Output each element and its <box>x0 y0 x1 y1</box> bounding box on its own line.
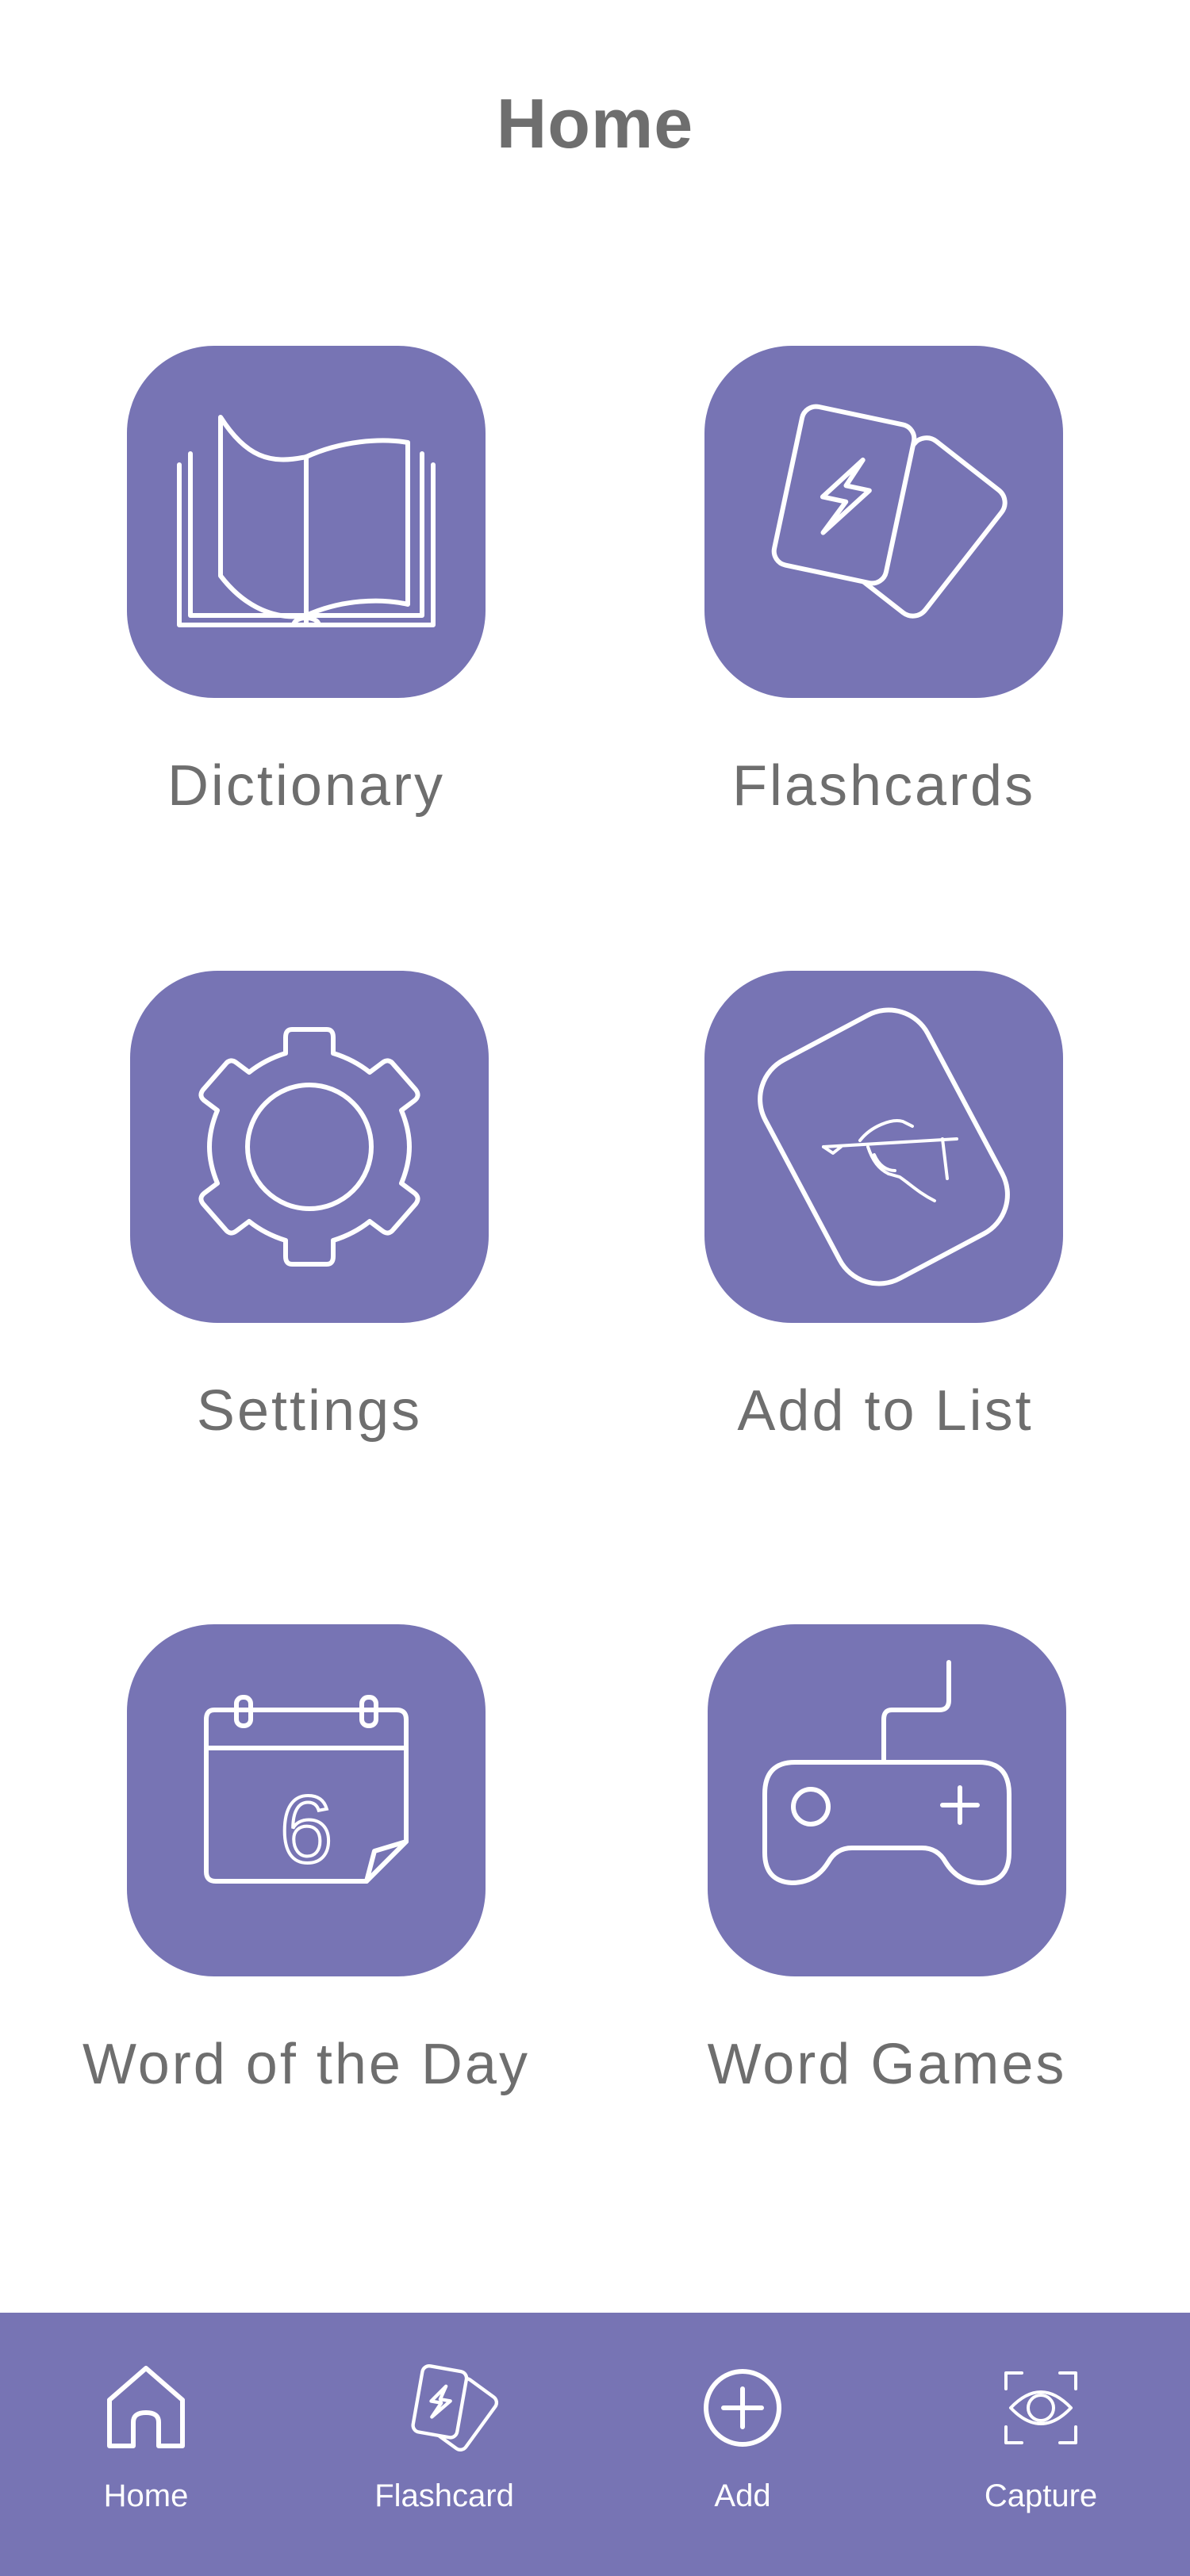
calendar-day-number: 6 <box>280 1777 333 1883</box>
nav-item-add[interactable]: Add <box>624 2313 862 2576</box>
flashcards-label[interactable]: Flashcards <box>606 750 1161 822</box>
dictionary-label[interactable]: Dictionary <box>29 750 584 822</box>
flashcards-tile[interactable] <box>704 346 1063 698</box>
nav-item-capture[interactable]: Capture <box>922 2313 1160 2576</box>
card-writing-icon <box>758 1007 1010 1286</box>
nav-label-capture: Capture <box>984 2478 1098 2513</box>
word-games-label[interactable]: Word Games <box>609 2029 1165 2100</box>
word-games-tile[interactable] <box>708 1624 1066 1976</box>
nav-label-home: Home <box>103 2478 189 2513</box>
house-icon <box>107 2366 185 2448</box>
calendar-icon: 6 <box>204 1695 409 1884</box>
nav-label-flashcard: Flashcard <box>374 2478 514 2513</box>
flashcards-icon <box>771 404 1008 619</box>
add-to-list-tile[interactable] <box>704 971 1063 1323</box>
eye-scan-icon <box>1004 2371 1077 2444</box>
open-book-icon <box>177 415 436 627</box>
settings-label[interactable]: Settings <box>32 1375 587 1447</box>
page-title: Home <box>496 84 694 163</box>
gear-icon <box>198 1027 420 1267</box>
settings-tile[interactable] <box>130 971 489 1323</box>
nav-item-home[interactable]: Home <box>27 2313 265 2576</box>
plus-circle-icon <box>704 2369 781 2447</box>
bottom-nav-bar: Home Flashcard Add Capture <box>0 2313 1190 2576</box>
word-of-the-day-tile[interactable]: 6 <box>127 1624 486 1976</box>
add-to-list-label[interactable]: Add to List <box>608 1375 1163 1447</box>
word-of-the-day-label[interactable]: Word of the Day <box>29 2029 584 2100</box>
dictionary-tile[interactable] <box>127 346 486 698</box>
nav-item-flashcard[interactable]: Flashcard <box>325 2313 563 2576</box>
gamepad-icon <box>762 1660 1012 1885</box>
flashcards-icon <box>411 2364 499 2452</box>
nav-label-add: Add <box>714 2478 771 2513</box>
